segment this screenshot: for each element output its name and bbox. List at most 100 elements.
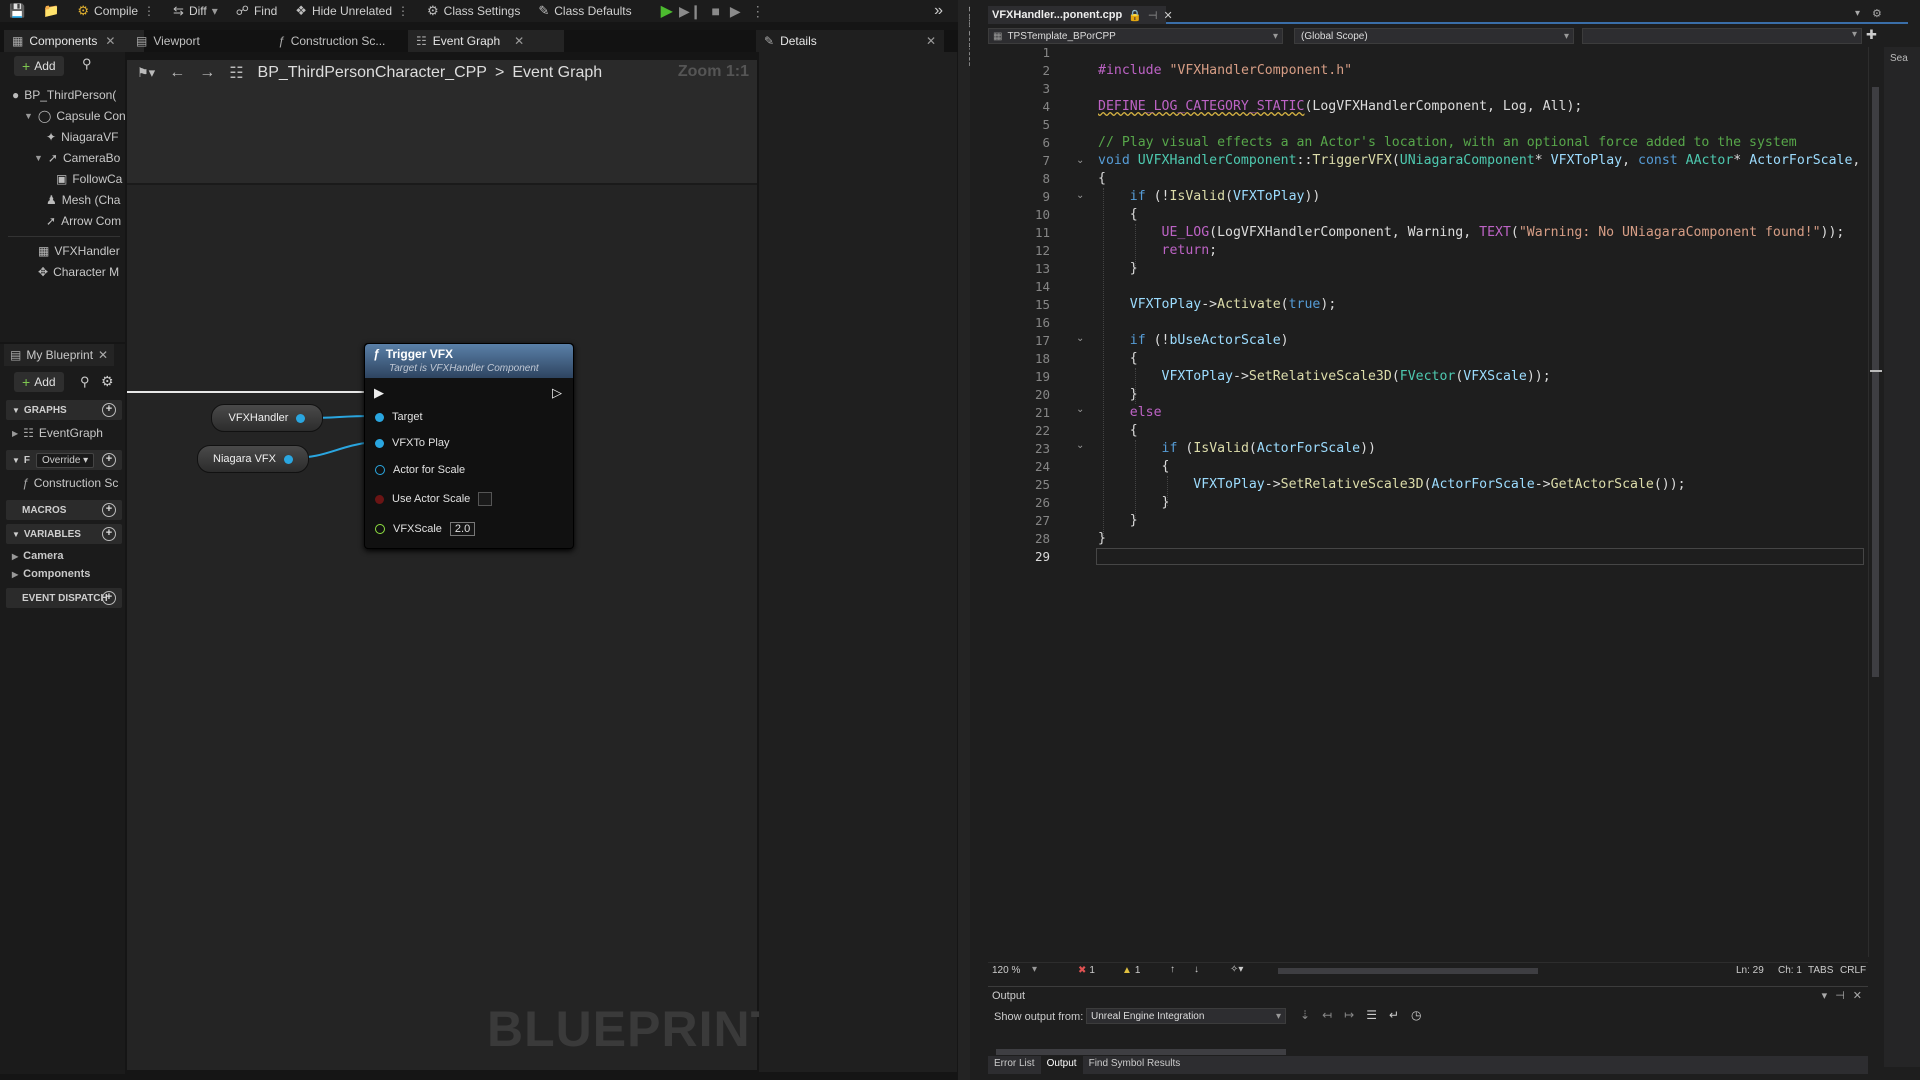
search-stub[interactable]: Sea (1890, 53, 1908, 64)
find-button[interactable]: ☍ Find (227, 0, 287, 22)
eject-icon[interactable]: ▶ (726, 3, 745, 20)
horizontal-scrollbar[interactable] (1278, 968, 1538, 974)
variable-node-niagara-vfx[interactable]: Niagara VFX (197, 445, 309, 473)
tab-construction-script[interactable]: ƒ Construction Sc... (270, 30, 393, 52)
gear-icon[interactable]: ⚙ (1872, 7, 1882, 20)
tree-item-components-category[interactable]: ▶ Components (12, 568, 90, 580)
save-button[interactable]: 💾 (0, 0, 34, 22)
function-node-trigger-vfx[interactable]: ƒ Trigger VFX Target is VFXHandler Compon… (364, 343, 574, 549)
section-macros[interactable]: MACROS + (6, 500, 122, 520)
exec-in-pin[interactable]: ▶ (374, 385, 384, 401)
search-icon[interactable]: ⚲ (82, 56, 102, 76)
close-icon[interactable]: ✕ (1163, 9, 1172, 22)
close-icon[interactable]: ✕ (514, 34, 524, 48)
section-variables[interactable]: ▼ VARIABLES + (6, 524, 122, 544)
input-pin[interactable] (375, 438, 384, 448)
close-icon[interactable]: ✕ (98, 348, 108, 362)
zoom-level[interactable]: 120 % (992, 965, 1020, 976)
next-message-icon[interactable]: ↦ (1344, 1008, 1354, 1022)
hide-unrelated-button[interactable]: ❖ Hide Unrelated ⋮ (286, 0, 418, 22)
tree-item-construction-script[interactable]: ƒ Construction Sc (22, 476, 118, 490)
tab-error-list[interactable]: Error List (988, 1056, 1041, 1074)
scope-dropdown[interactable]: (Global Scope) ▾ (1294, 28, 1574, 44)
section-event-dispatchers[interactable]: EVENT DISPATCH + (6, 588, 122, 608)
tab-components[interactable]: ▦ Components ✕ (4, 30, 144, 52)
output-horizontal-scrollbar[interactable] (996, 1049, 1286, 1055)
tree-item-vfxhandler[interactable]: ▦ VFXHandler (38, 244, 120, 258)
pin-icon[interactable]: ⊣ (1835, 989, 1845, 1002)
fold-toggle[interactable]: ⌄ (1076, 190, 1084, 201)
tree-item-eventgraph[interactable]: ▶ ☷ EventGraph (12, 426, 103, 440)
fold-toggle[interactable]: ⌄ (1076, 155, 1084, 166)
input-pin[interactable] (375, 494, 384, 504)
prev-message-icon[interactable]: ↤ (1322, 1008, 1332, 1022)
node-header[interactable]: ƒ Trigger VFX Target is VFXHandler Compon… (365, 344, 573, 378)
tab-details[interactable]: ✎ Details ✕ (756, 30, 944, 52)
warning-count[interactable]: ▲ 1 (1122, 965, 1140, 976)
add-member-button[interactable]: + Add (14, 372, 64, 392)
up-arrow-icon[interactable]: ↑ (1170, 964, 1175, 975)
add-function-icon[interactable]: + (102, 453, 116, 467)
kebab-icon[interactable]: ⋮ (397, 4, 409, 18)
down-arrow-icon[interactable]: ↓ (1194, 964, 1199, 975)
pin-row-actor-for-scale[interactable]: Actor for Scale (375, 464, 465, 476)
add-macro-icon[interactable]: + (102, 503, 116, 517)
close-icon[interactable]: ✕ (105, 34, 115, 48)
class-defaults-button[interactable]: ✎ Class Defaults (529, 0, 640, 22)
kebab-icon[interactable]: ⋮ (747, 3, 769, 20)
close-icon[interactable]: ✕ (926, 34, 936, 48)
vs-file-tab[interactable]: VFXHandler...ponent.cpp 🔒 ⊣ ✕ (988, 6, 1173, 24)
add-component-button[interactable]: + Add (14, 56, 64, 76)
word-wrap-icon[interactable]: ↵ (1389, 1008, 1399, 1022)
output-source-dropdown[interactable]: Unreal Engine Integration ▾ (1086, 1008, 1286, 1024)
tab-event-graph[interactable]: ☷ Event Graph ✕ (408, 30, 564, 52)
override-dropdown[interactable]: Override ▾ (36, 452, 95, 468)
vfxscale-input[interactable]: 2.0 (449, 522, 476, 536)
stop-icon[interactable]: ■ (707, 3, 723, 19)
error-count[interactable]: ✖ 1 (1078, 965, 1095, 976)
diff-button[interactable]: ⇆ Diff ▾ (164, 0, 227, 22)
event-graph-canvas[interactable]: ⚑▾ ← → ☷ BP_ThirdPersonCharacter_CPP > E… (127, 60, 781, 1070)
tree-item-capsule[interactable]: ▼ ◯ Capsule Con (24, 109, 126, 123)
pin-icon[interactable]: ⊣ (1148, 9, 1158, 22)
tab-my-blueprint[interactable]: ▤ My Blueprint ✕ (4, 344, 114, 366)
kebab-icon[interactable]: ⋮ (143, 4, 155, 18)
tab-output[interactable]: Output (1040, 1056, 1083, 1074)
tree-item-followcamera[interactable]: ▣ FollowCa (56, 172, 122, 186)
class-settings-button[interactable]: ⚙ Class Settings (418, 0, 529, 22)
input-pin[interactable] (375, 524, 385, 534)
output-pin[interactable] (296, 413, 306, 423)
tree-item-mesh[interactable]: ♟ Mesh (Cha (46, 193, 120, 207)
cleanup-icon[interactable]: ✧▾ (1230, 964, 1243, 975)
exec-out-pin[interactable]: ▷ (552, 385, 562, 401)
project-dropdown[interactable]: ▦ TPSTemplate_BPorCPP ▾ (988, 28, 1283, 44)
pin-row-vfxtoplay[interactable]: VFXTo Play (375, 437, 449, 449)
member-dropdown[interactable]: ▾ (1582, 28, 1862, 44)
step-icon[interactable]: ▶❙ (675, 3, 706, 20)
fold-toggle[interactable]: ⌄ (1076, 333, 1084, 344)
chevron-down-icon[interactable]: ▾ (1822, 989, 1828, 1002)
pin-row-vfxscale[interactable]: VFXScale 2.0 (375, 522, 476, 536)
tree-item-niagara[interactable]: ✦ NiagaraVF (46, 130, 118, 144)
line-ending[interactable]: CRLF (1840, 965, 1866, 976)
add-variable-icon[interactable]: + (102, 527, 116, 541)
section-graphs[interactable]: ▼ GRAPHS + (6, 400, 122, 420)
scroll-thumb[interactable] (1872, 87, 1879, 677)
tree-item-root[interactable]: ● BP_ThirdPerson( (12, 88, 116, 102)
add-dispatcher-icon[interactable]: + (102, 591, 116, 605)
tab-find-symbol-results[interactable]: Find Symbol Results (1083, 1056, 1187, 1074)
search-icon[interactable]: ⚲ (80, 374, 90, 390)
chevron-down-icon[interactable]: ▾ (1032, 964, 1037, 975)
fold-toggle[interactable]: ⌄ (1076, 404, 1084, 415)
fold-toggle[interactable]: ⌄ (1076, 440, 1084, 451)
editor-vertical-scrollbar[interactable] (1868, 47, 1882, 957)
tab-viewport[interactable]: ▤ Viewport (128, 30, 208, 52)
input-pin[interactable] (375, 412, 384, 422)
section-functions[interactable]: ▼ F Override ▾ + (6, 450, 122, 470)
indent-mode[interactable]: TABS (1808, 965, 1833, 976)
pin-row-use-actor-scale[interactable]: Use Actor Scale (375, 492, 493, 506)
clock-icon[interactable]: ◷ (1411, 1008, 1421, 1022)
output-pin[interactable] (283, 454, 293, 464)
variable-node-vfxhandler[interactable]: VFXHandler (211, 404, 323, 432)
play-icon[interactable]: ▶ (661, 1, 673, 21)
